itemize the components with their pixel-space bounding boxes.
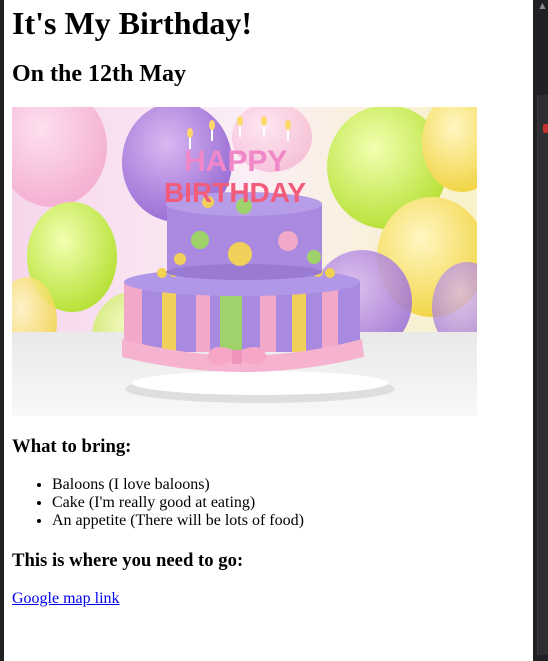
cake-topper-happy: HAPPY <box>184 145 287 178</box>
list-item: An appetite (There will be lots of food) <box>52 512 304 530</box>
google-map-link[interactable]: Google map link <box>12 589 120 609</box>
bring-list: Baloons (I love baloons) Cake (I'm reall… <box>12 476 304 530</box>
list-item: Baloons (I love baloons) <box>52 476 304 494</box>
page-title: It's My Birthday! <box>12 5 252 41</box>
birthday-cake-illustration: HAPPY BIRTHDAY <box>12 107 477 416</box>
notification-marker-icon <box>543 124 548 133</box>
list-item: Cake (I'm really good at eating) <box>52 494 304 512</box>
browser-viewport: It's My Birthday! On the 12th May HAPPY … <box>4 0 533 661</box>
scrollbar-thumb[interactable] <box>537 95 548 655</box>
location-heading: This is where you need to go: <box>12 550 244 571</box>
birthday-cake-image: HAPPY BIRTHDAY <box>12 107 477 416</box>
scroll-up-arrow-icon[interactable]: ▲ <box>537 0 548 12</box>
date-heading: On the 12th May <box>12 61 186 87</box>
cake-topper-birthday: BIRTHDAY <box>164 177 306 208</box>
bring-heading: What to bring: <box>12 436 132 457</box>
